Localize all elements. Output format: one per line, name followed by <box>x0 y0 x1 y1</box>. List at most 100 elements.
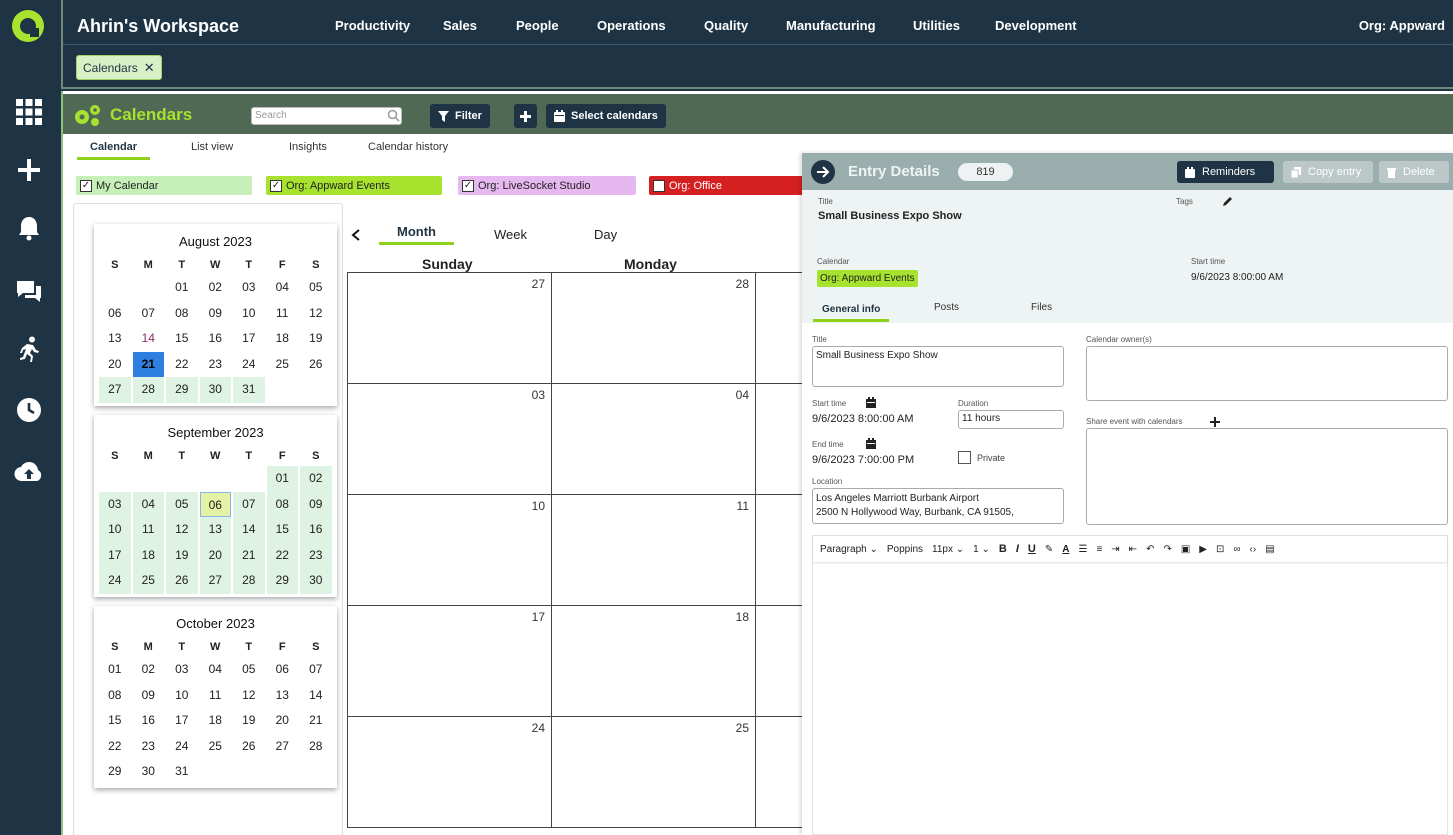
redo-icon[interactable]: ↷ <box>1163 544 1171 555</box>
mini-day-cell[interactable]: 27 <box>99 377 131 403</box>
share-calendars-field[interactable] <box>1086 428 1448 525</box>
mini-day-cell[interactable]: 16 <box>200 326 232 352</box>
mini-day-cell[interactable]: 21 <box>300 708 332 734</box>
private-checkbox[interactable] <box>958 451 971 464</box>
align-icon[interactable]: ≡ <box>1096 544 1102 555</box>
nav-people[interactable]: People <box>516 18 559 33</box>
end-time-calendar-icon[interactable] <box>866 436 876 454</box>
mini-day-cell[interactable]: 14 <box>300 683 332 709</box>
mode-week[interactable]: Week <box>494 227 527 242</box>
location-field[interactable]: Los Angeles Marriott Burbank Airport 250… <box>812 488 1064 524</box>
mini-day-cell[interactable]: 05 <box>233 657 265 683</box>
mini-day-cell[interactable]: 03 <box>99 491 131 517</box>
mini-day-cell[interactable]: 25 <box>200 734 232 760</box>
tab-general-info[interactable]: General info <box>813 304 890 322</box>
cloud-upload-icon[interactable] <box>14 456 44 486</box>
mini-day-cell[interactable]: 28 <box>300 734 332 760</box>
plus-icon[interactable] <box>14 155 44 185</box>
mini-day-cell[interactable]: 19 <box>233 708 265 734</box>
search-icon[interactable] <box>387 109 400 127</box>
nav-sales[interactable]: Sales <box>443 18 477 33</box>
video-icon[interactable]: ▶ <box>1199 544 1207 555</box>
add-calendar-button[interactable] <box>514 104 537 128</box>
mini-day-cell[interactable]: 11 <box>132 517 164 543</box>
nav-manufacturing[interactable]: Manufacturing <box>786 18 876 33</box>
mini-day-cell[interactable]: 25 <box>132 568 164 594</box>
mini-day-cell[interactable]: 08 <box>99 683 131 709</box>
mini-day-cell[interactable]: 18 <box>267 326 299 352</box>
mini-day-cell[interactable]: 06 <box>267 657 299 683</box>
image-icon[interactable]: ▣ <box>1181 544 1190 555</box>
mini-day-cell[interactable]: 23 <box>200 352 232 378</box>
save-icon[interactable]: ▤ <box>1265 544 1274 555</box>
mini-day-cell[interactable]: 20 <box>99 352 131 378</box>
month-day-cell[interactable]: 11 <box>552 495 756 606</box>
month-day-cell[interactable]: 04 <box>552 384 756 495</box>
mini-day-cell[interactable]: 26 <box>233 734 265 760</box>
mini-day-cell[interactable]: 15 <box>166 326 198 352</box>
mini-day-cell[interactable]: 05 <box>300 275 332 301</box>
checkbox-checked-icon[interactable]: ✓ <box>462 179 474 192</box>
mini-day-cell[interactable]: 15 <box>99 708 131 734</box>
mini-day-cell[interactable]: 08 <box>266 491 298 517</box>
mini-day-cell[interactable]: 20 <box>267 708 299 734</box>
block-format-select[interactable]: Paragraph ⌄ <box>820 544 878 555</box>
month-day-cell[interactable]: 25 <box>552 717 756 828</box>
mini-day-cell[interactable]: 17 <box>166 708 198 734</box>
mini-day-cell[interactable]: 21 <box>233 542 265 568</box>
underline-icon[interactable]: U <box>1028 543 1036 555</box>
mini-day-cell[interactable]: 29 <box>99 759 131 785</box>
mini-day-cell[interactable]: 10 <box>233 301 265 327</box>
end-time-value[interactable]: 9/6/2023 7:00:00 PM <box>812 454 914 466</box>
mini-day-cell[interactable]: 23 <box>300 542 332 568</box>
mini-day-cell[interactable]: 30 <box>199 377 231 403</box>
month-day-cell[interactable]: 27 <box>348 273 552 384</box>
org-label[interactable]: Org: Appward <box>1359 18 1445 33</box>
calendar-toggle-appward-events[interactable]: ✓ Org: Appward Events <box>266 176 442 195</box>
mini-day-cell[interactable]: 16 <box>300 517 332 543</box>
month-day-cell[interactable]: 18 <box>552 606 756 717</box>
mini-day-cell[interactable]: 29 <box>166 377 198 403</box>
mini-day-cell[interactable]: 17 <box>99 542 131 568</box>
month-day-cell[interactable]: 10 <box>348 495 552 606</box>
mini-day-cell[interactable]: 06 <box>199 491 231 517</box>
text-color-icon[interactable]: A <box>1062 544 1069 555</box>
mini-day-cell[interactable]: 08 <box>166 301 198 327</box>
mini-day-cell[interactable]: 09 <box>300 491 332 517</box>
font-size-select[interactable]: 11px ⌄ <box>932 544 964 555</box>
mini-day-cell[interactable]: 22 <box>266 542 298 568</box>
mini-day-cell[interactable]: 28 <box>132 377 164 403</box>
mini-day-cell[interactable]: 12 <box>233 683 265 709</box>
reminders-button[interactable]: Reminders <box>1177 161 1274 183</box>
mini-day-cell[interactable]: 06 <box>99 301 131 327</box>
mini-day-cell[interactable]: 07 <box>133 301 165 327</box>
mini-day-cell[interactable]: 18 <box>200 708 232 734</box>
copy-entry-button[interactable]: Copy entry <box>1283 161 1373 183</box>
mini-day-cell[interactable]: 11 <box>200 683 232 709</box>
runner-icon[interactable] <box>14 334 44 364</box>
mini-day-cell[interactable]: 29 <box>266 568 298 594</box>
month-day-cell[interactable]: 28 <box>552 273 756 384</box>
title-field[interactable]: Small Business Expo Show <box>812 346 1064 387</box>
select-calendars-button[interactable]: Select calendars <box>546 104 666 128</box>
mini-day-cell[interactable]: 20 <box>199 542 231 568</box>
mini-day-cell[interactable]: 02 <box>133 657 165 683</box>
mini-day-cell[interactable]: 13 <box>267 683 299 709</box>
search-input[interactable]: Search <box>251 107 402 125</box>
tab-files[interactable]: Files <box>1031 302 1052 313</box>
calendar-toggle-office[interactable]: ✓ Org: Office <box>649 176 809 195</box>
mini-day-cell[interactable]: 11 <box>267 301 299 327</box>
mini-day-cell[interactable]: 19 <box>300 326 332 352</box>
mini-day-cell[interactable]: 31 <box>233 377 265 403</box>
mini-day-cell[interactable]: 30 <box>133 759 165 785</box>
checkbox-checked-icon[interactable]: ✓ <box>80 179 92 192</box>
mode-month[interactable]: Month <box>379 224 454 245</box>
calendar-toggle-livesocket-studio[interactable]: ✓ Org: LiveSocket Studio <box>458 176 636 195</box>
mini-day-cell[interactable]: 03 <box>233 275 265 301</box>
mini-day-cell[interactable]: 21 <box>132 351 164 377</box>
indent-icon[interactable]: ⇥ <box>1111 544 1119 555</box>
mini-day-cell[interactable]: 04 <box>132 491 164 517</box>
apps-grid-icon[interactable] <box>14 97 44 127</box>
mini-day-cell[interactable]: 07 <box>300 657 332 683</box>
nav-productivity[interactable]: Productivity <box>335 18 410 33</box>
